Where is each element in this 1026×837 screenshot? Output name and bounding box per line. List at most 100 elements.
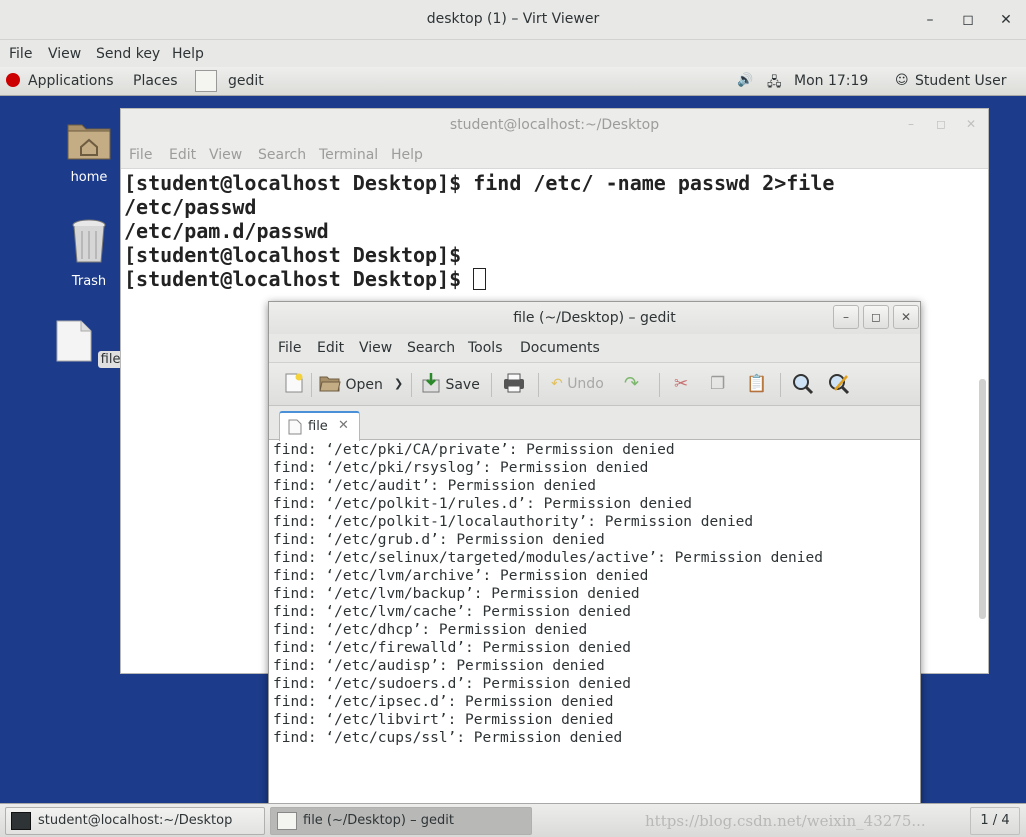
network-icon[interactable]: 🖧 [767,73,782,95]
viewer-menu-view[interactable]: View [48,46,81,62]
terminal-line: /etc/passwd [124,195,257,219]
save-button[interactable]: Save [421,372,480,396]
new-document-button[interactable] [283,372,305,396]
text-line: find: ‘/etc/audit’: Permission denied [273,478,597,494]
taskbar-item-gedit[interactable]: file (~/Desktop) – gedit [270,807,532,835]
gedit-title: file (~/Desktop) – gedit [513,310,676,326]
open-button[interactable]: Open [319,372,383,396]
terminal-output[interactable]: [student@localhost Desktop]$ find /etc/ … [124,171,974,291]
gedit-menu-edit[interactable]: Edit [317,340,344,356]
desktop-icon-file[interactable]: file [54,319,124,368]
gedit-minimize-button[interactable]: – [833,305,859,329]
toolbar-separator [659,373,660,397]
gedit-window[interactable]: file (~/Desktop) – gedit – ◻ ✕ File Edit… [268,301,921,837]
document-icon [56,320,92,362]
undo-button[interactable]: ↶ Undo [551,372,604,396]
terminal-close-button[interactable]: ✕ [966,117,976,131]
watermark: https://blog.csdn.net/weixin_43275... [645,812,926,830]
document-icon [288,419,302,435]
save-icon [422,373,440,393]
taskbar-gedit-label: file (~/Desktop) – gedit [303,813,454,828]
clipboard-icon: 📋 [746,374,768,394]
viewer-menu-send-key[interactable]: Send key [96,46,160,62]
text-line: find: ‘/etc/sudoers.d’: Permission denie… [273,676,631,692]
terminal-minimize-button[interactable]: – [908,117,914,131]
terminal-prompt: [student@localhost Desktop]$ [124,267,474,291]
gedit-close-button[interactable]: ✕ [893,305,919,329]
text-line: find: ‘/etc/lvm/backup’: Permission deni… [273,586,640,602]
redo-button[interactable]: ↷ [624,372,639,396]
text-line: find: ‘/etc/grub.d’: Permission denied [273,532,605,548]
gedit-menu-tools[interactable]: Tools [468,340,503,356]
terminal-menu-file[interactable]: File [129,147,152,163]
viewer-menu-file[interactable]: File [9,46,32,62]
terminal-menu-search[interactable]: Search [258,147,306,163]
print-button[interactable] [502,372,526,396]
printer-icon [504,373,524,393]
terminal-titlebar[interactable]: student@localhost:~/Desktop – ◻ ✕ [121,109,988,141]
desktop-icon-home[interactable]: home [54,117,124,186]
folder-open-icon [319,376,341,392]
maximize-button[interactable]: ◻ [957,9,979,31]
top-panel: Applications Places gedit 🔊 🖧 Mon 17:19 … [0,67,1026,96]
find-button[interactable] [791,372,815,396]
terminal-line: /etc/pam.d/passwd [124,219,329,243]
terminal-menu-terminal[interactable]: Terminal [319,147,378,163]
gedit-app-icon [195,70,217,92]
redhat-icon [6,73,20,87]
terminal-menu-help[interactable]: Help [391,147,423,163]
clock[interactable]: Mon 17:19 [794,73,868,89]
gedit-titlebar[interactable]: file (~/Desktop) – gedit – ◻ ✕ [269,302,920,334]
copy-button[interactable]: ❐ [710,372,725,396]
bottom-taskbar: student@localhost:~/Desktop file (~/Desk… [0,803,1026,837]
paste-button[interactable]: 📋 [746,372,767,396]
gedit-menu-file[interactable]: File [278,340,301,356]
minimize-button[interactable]: – [919,9,941,31]
applications-menu[interactable]: Applications [28,73,114,89]
user-icon: ☺ [895,73,909,88]
gedit-menu-search[interactable]: Search [407,340,455,356]
tab-file[interactable]: file ✕ [279,411,360,441]
save-label: Save [445,377,480,393]
active-app-name[interactable]: gedit [228,73,264,89]
terminal-scrollbar[interactable] [979,379,986,619]
text-line: find: ‘/etc/dhcp’: Permission denied [273,622,588,638]
terminal-menu-view[interactable]: View [209,147,242,163]
gedit-maximize-button[interactable]: ◻ [863,305,889,329]
scissors-icon: ✂ [674,374,689,394]
terminal-line: [student@localhost Desktop]$ find /etc/ … [124,171,835,195]
text-line: find: ‘/etc/cups/ssl’: Permission denied [273,730,623,746]
places-menu[interactable]: Places [133,73,178,89]
tab-close-icon[interactable]: ✕ [338,418,349,433]
desktop-icon-trash[interactable]: Trash [54,217,124,290]
tab-label: file [308,419,328,434]
taskbar-item-terminal[interactable]: student@localhost:~/Desktop [5,807,265,835]
viewer-menu-help[interactable]: Help [172,46,204,62]
guest-display[interactable]: Applications Places gedit 🔊 🖧 Mon 17:19 … [0,67,1026,837]
undo-icon: ↶ [551,376,563,392]
text-line: find: ‘/etc/selinux/targeted/modules/act… [273,550,823,566]
terminal-maximize-button[interactable]: ◻ [936,117,946,131]
user-menu[interactable]: Student User [915,73,1006,89]
toolbar-separator [780,373,781,397]
cut-button[interactable]: ✂ [674,372,688,396]
viewer-title: desktop (1) – Virt Viewer [426,11,600,27]
gedit-text-area[interactable]: find: ‘/etc/pki/CA/private’: Permission … [273,441,913,747]
close-button[interactable]: ✕ [995,9,1017,31]
taskbar-terminal-label: student@localhost:~/Desktop [38,813,233,828]
open-label: Open [345,377,383,393]
volume-icon[interactable]: 🔊 [737,73,753,88]
gedit-menu-view[interactable]: View [359,340,392,356]
terminal-line: [student@localhost Desktop]$ [124,243,474,267]
viewer-menubar: File View Send key Help [0,40,1026,67]
gedit-icon [277,812,297,830]
terminal-title: student@localhost:~/Desktop [449,117,660,133]
find-replace-button[interactable] [827,372,851,396]
gedit-menu-documents[interactable]: Documents [520,340,600,356]
toolbar-separator [311,373,312,397]
copy-icon: ❐ [710,374,726,394]
workspace-switcher[interactable]: 1 / 4 [970,807,1020,835]
terminal-menu-edit[interactable]: Edit [169,147,196,163]
text-line: find: ‘/etc/firewalld’: Permission denie… [273,640,631,656]
open-recent-dropdown[interactable]: ❯ [394,372,403,396]
